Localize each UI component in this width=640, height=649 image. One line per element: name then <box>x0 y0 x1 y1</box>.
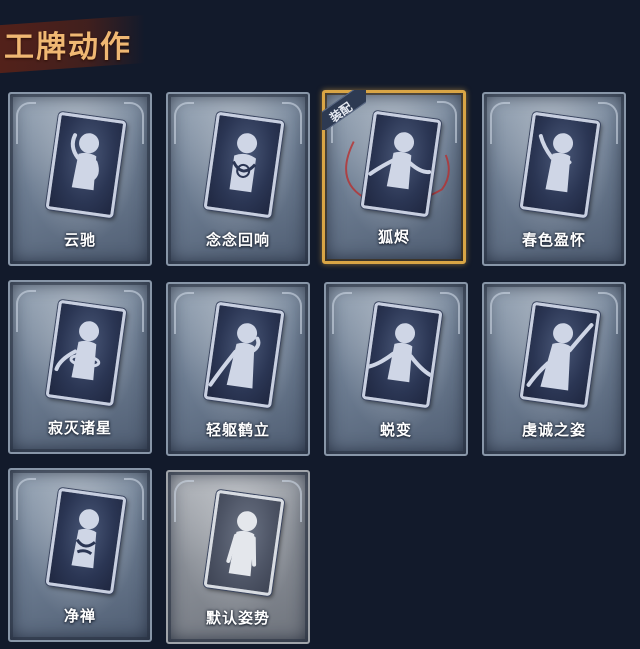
pose-card[interactable]: 虔诚之姿 <box>482 282 626 456</box>
pose-card-default[interactable]: 默认姿势 <box>166 470 310 644</box>
pose-card[interactable]: 念念回响 <box>166 92 310 266</box>
pose-card-label: 净禅 <box>63 607 96 625</box>
pose-silhouette-icon <box>203 111 285 219</box>
pose-silhouette-icon <box>360 110 442 218</box>
pose-silhouette-icon <box>203 301 285 409</box>
pose-card[interactable]: 蜕变 <box>324 282 468 456</box>
pose-card-label: 春色盈怀 <box>521 231 586 249</box>
pose-card[interactable]: 轻躯鹤立 <box>166 282 310 456</box>
pose-silhouette-icon <box>519 301 601 409</box>
pose-silhouette-icon <box>45 487 127 595</box>
pose-card-label: 虔诚之姿 <box>521 421 586 439</box>
page-title: 工牌动作 <box>4 30 132 65</box>
pose-card-label: 轻躯鹤立 <box>205 421 270 439</box>
pose-card-label: 默认姿势 <box>205 609 270 627</box>
pose-card-label: 寂灭诸星 <box>47 419 112 437</box>
pose-card[interactable]: 寂灭诸星 <box>8 280 152 454</box>
pose-card-label: 云驰 <box>63 231 96 249</box>
pose-silhouette-icon <box>203 489 285 597</box>
pose-card-equipped[interactable]: 装配 狐烬 <box>322 90 466 264</box>
equipped-badge: 装配 <box>322 90 366 130</box>
pose-card[interactable]: 净禅 <box>8 468 152 642</box>
pose-card-label: 念念回响 <box>205 231 270 249</box>
pose-card[interactable]: 春色盈怀 <box>482 92 626 266</box>
pose-card-label: 蜕变 <box>379 421 412 439</box>
pose-silhouette-icon <box>361 301 443 409</box>
pose-card-label: 狐烬 <box>377 228 410 246</box>
pose-silhouette-icon <box>45 111 127 219</box>
pose-card[interactable]: 云驰 <box>8 92 152 266</box>
pose-silhouette-icon <box>45 299 127 407</box>
pose-silhouette-icon <box>519 111 601 219</box>
page-header: 工牌动作 <box>0 14 150 74</box>
